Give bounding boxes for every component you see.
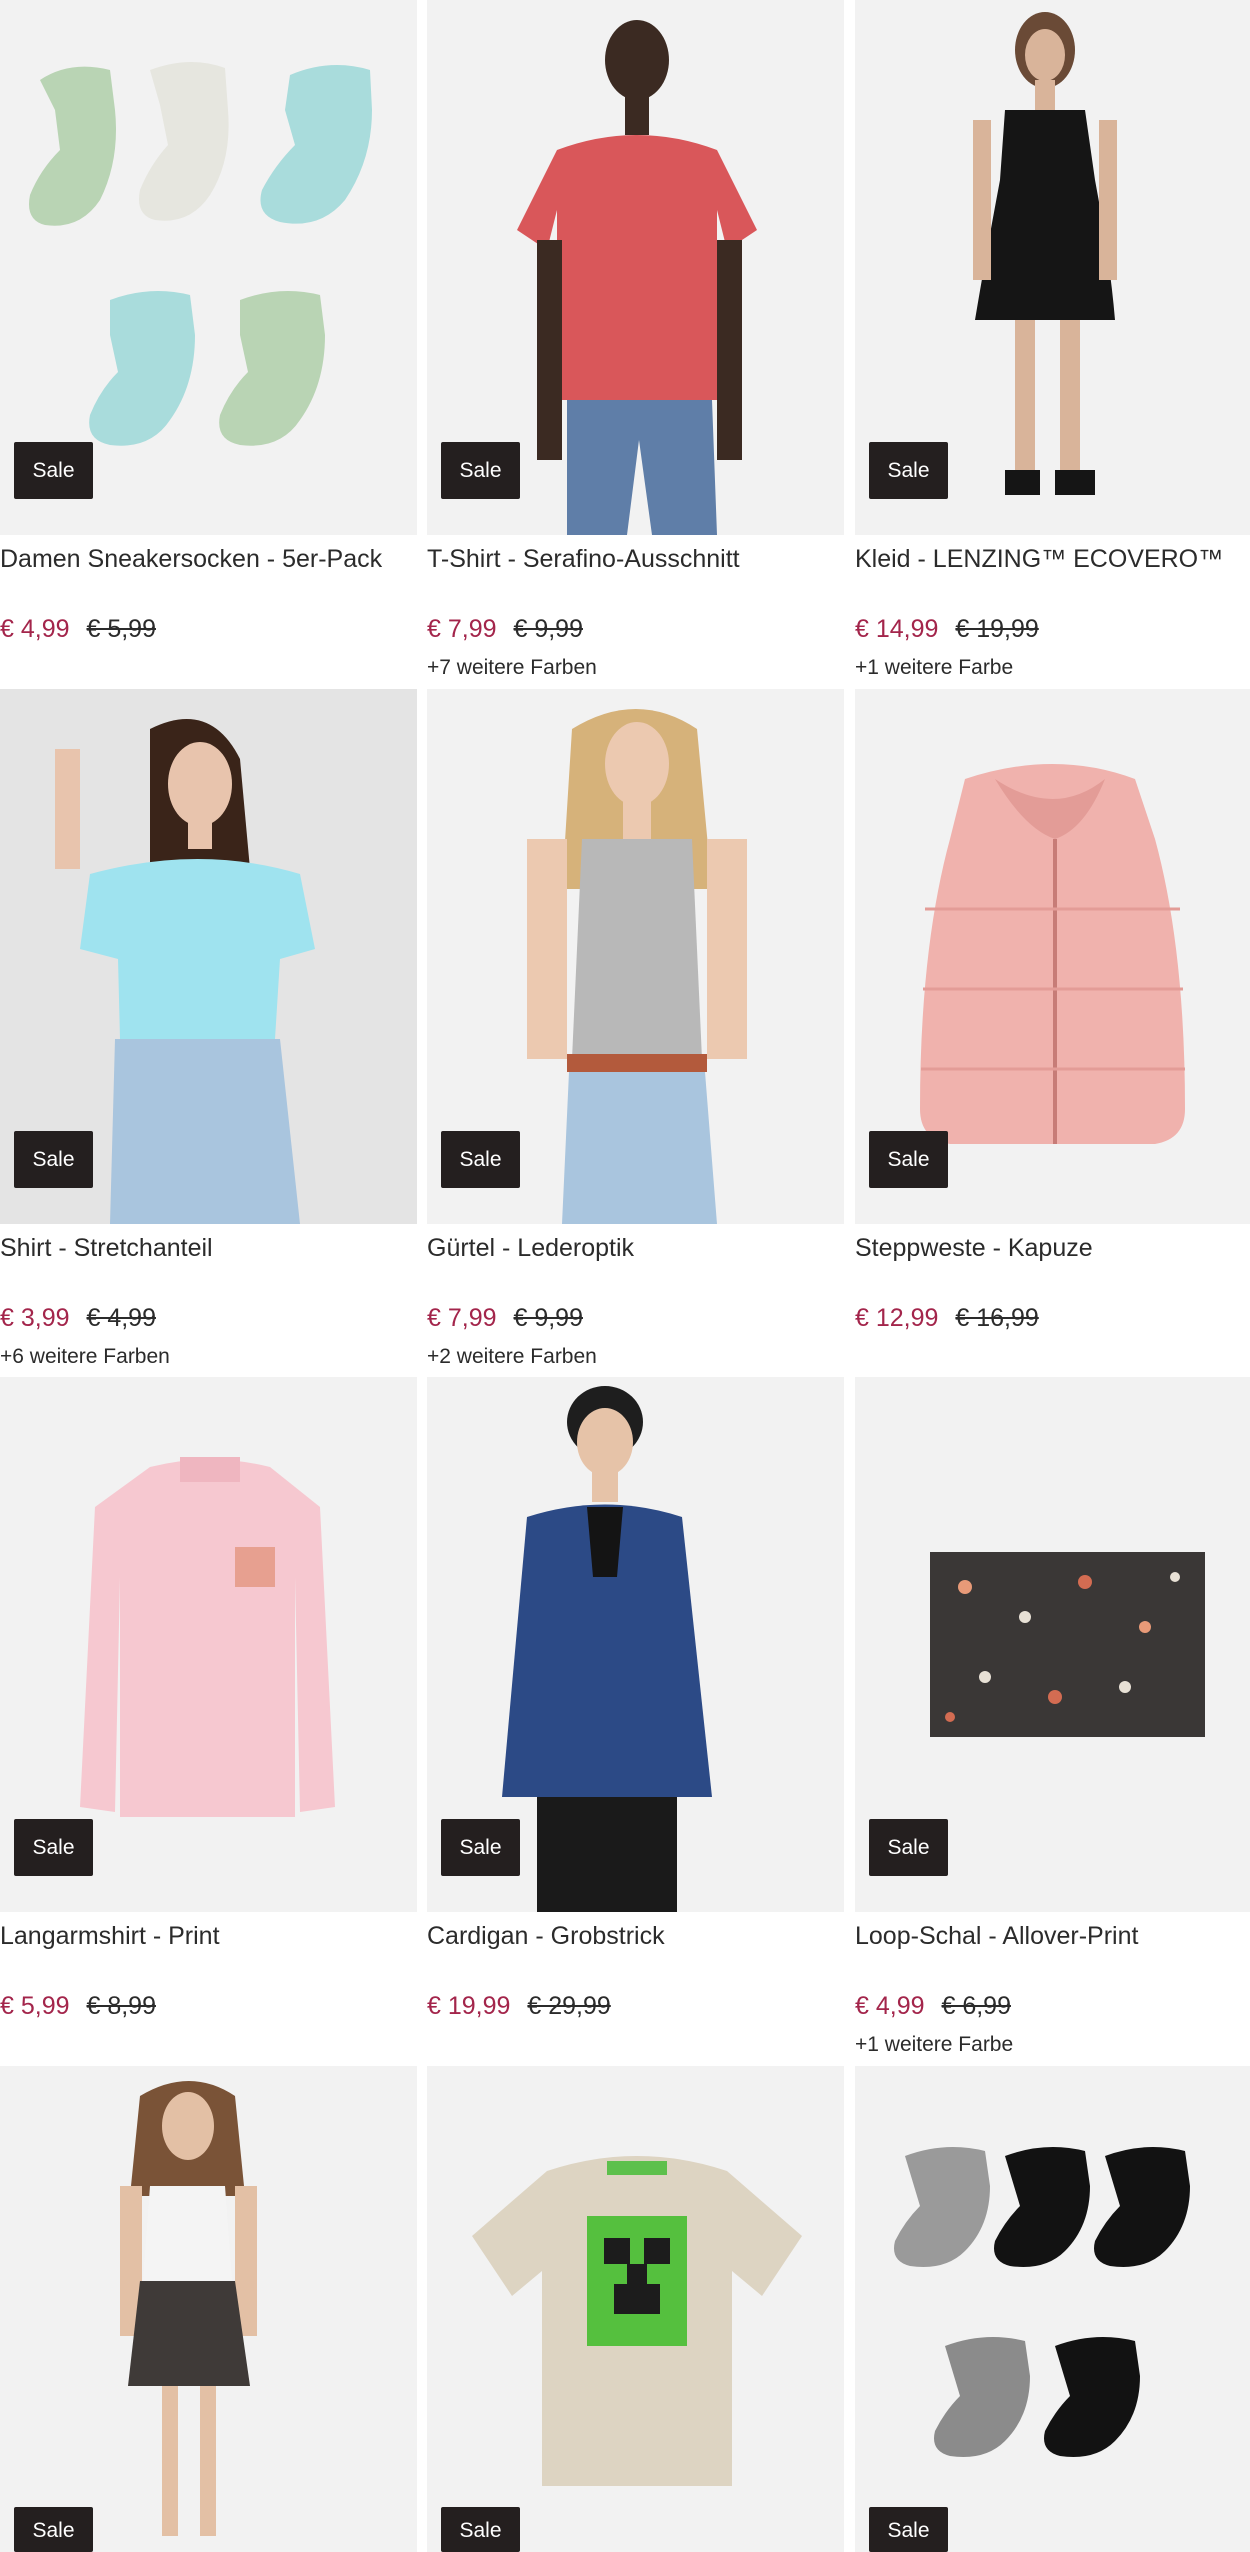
original-price: € 5,99 xyxy=(86,615,156,643)
pink-vest-image[interactable]: Sale xyxy=(855,689,1250,1224)
product-card[interactable]: Sale T-Shirt - Serafino-Ausschnitt € 7,9… xyxy=(427,0,844,688)
original-price: € 19,99 xyxy=(955,615,1039,643)
sale-price: € 12,99 xyxy=(855,1304,939,1332)
product-card[interactable]: Sale xyxy=(0,2066,417,2552)
sale-badge: Sale xyxy=(869,2507,948,2552)
product-title[interactable]: Langarmshirt - Print xyxy=(0,1922,220,1951)
product-title[interactable]: Shirt - Stretchanteil xyxy=(0,1234,213,1263)
product-card[interactable]: Sale Kleid - LENZING™ ECOVERO™ € 14,99 €… xyxy=(855,0,1250,688)
sale-badge: Sale xyxy=(441,442,520,499)
price-row: € 3,99 € 4,99 xyxy=(0,1304,156,1333)
product-title[interactable]: T-Shirt - Serafino-Ausschnitt xyxy=(427,545,740,574)
price-row: € 14,99 € 19,99 xyxy=(855,615,1039,644)
more-colors-link[interactable]: +6 weitere Farben xyxy=(0,1345,170,1369)
woman-skirt-image[interactable]: Sale xyxy=(0,2066,417,2552)
product-title[interactable]: Loop-Schal - Allover-Print xyxy=(855,1922,1138,1951)
pink-longsleeve-image[interactable]: Sale xyxy=(0,1377,417,1912)
product-title[interactable]: Gürtel - Lederoptik xyxy=(427,1234,634,1263)
sale-price: € 19,99 xyxy=(427,1992,511,2020)
sale-price: € 7,99 xyxy=(427,1304,497,1332)
woman-blue-shirt-image[interactable]: Sale xyxy=(0,689,417,1224)
sale-badge: Sale xyxy=(14,2507,93,2552)
more-colors-link[interactable]: +7 weitere Farben xyxy=(427,656,597,680)
price-row: € 7,99 € 9,99 xyxy=(427,1304,583,1333)
original-price: € 4,99 xyxy=(86,1304,156,1332)
product-card[interactable]: Sale Steppweste - Kapuze € 12,99 € 16,99 xyxy=(855,689,1250,1377)
printed-scarf-image[interactable]: Sale xyxy=(855,1377,1250,1912)
sale-badge: Sale xyxy=(14,442,93,499)
product-card[interactable]: Sale Shirt - Stretchanteil € 3,99 € 4,99… xyxy=(0,689,417,1377)
more-colors-link[interactable]: +2 weitere Farben xyxy=(427,1345,597,1369)
sale-price: € 4,99 xyxy=(0,615,70,643)
original-price: € 16,99 xyxy=(955,1304,1039,1332)
price-row: € 4,99 € 5,99 xyxy=(0,615,156,644)
product-card[interactable]: Sale Gürtel - Lederoptik € 7,99 € 9,99 +… xyxy=(427,689,844,1377)
sale-price: € 4,99 xyxy=(855,1992,925,2020)
sale-badge: Sale xyxy=(869,1131,948,1188)
sale-price: € 3,99 xyxy=(0,1304,70,1332)
woman-black-dress-image[interactable]: Sale xyxy=(855,0,1250,535)
product-card[interactable]: Sale Damen Sneakersocken - 5er-Pack € 4,… xyxy=(0,0,417,688)
product-card[interactable]: Sale xyxy=(427,2066,844,2552)
minecraft-tshirt-image[interactable]: Sale xyxy=(427,2066,844,2552)
woman-belt-image[interactable]: Sale xyxy=(427,689,844,1224)
sale-price: € 5,99 xyxy=(0,1992,70,2020)
sale-badge: Sale xyxy=(869,442,948,499)
product-card[interactable]: Sale Langarmshirt - Print € 5,99 € 8,99 xyxy=(0,1377,417,2065)
product-card[interactable]: Sale xyxy=(855,2066,1250,2552)
product-card[interactable]: Sale Cardigan - Grobstrick € 19,99 € 29,… xyxy=(427,1377,844,2065)
price-row: € 7,99 € 9,99 xyxy=(427,615,583,644)
more-colors-link[interactable]: +1 weitere Farbe xyxy=(855,2033,1013,2057)
product-card[interactable]: Sale Loop-Schal - Allover-Print € 4,99 €… xyxy=(855,1377,1250,2065)
sale-badge: Sale xyxy=(14,1131,93,1188)
price-row: € 12,99 € 16,99 xyxy=(855,1304,1039,1333)
sale-badge: Sale xyxy=(869,1819,948,1876)
price-row: € 19,99 € 29,99 xyxy=(427,1992,611,2021)
original-price: € 6,99 xyxy=(941,1992,1011,2020)
sale-badge: Sale xyxy=(441,2507,520,2552)
socks-pastel-image[interactable]: Sale xyxy=(0,0,417,535)
sale-badge: Sale xyxy=(441,1131,520,1188)
sale-badge: Sale xyxy=(14,1819,93,1876)
man-red-tshirt-image[interactable]: Sale xyxy=(427,0,844,535)
product-title[interactable]: Steppweste - Kapuze xyxy=(855,1234,1093,1263)
product-title[interactable]: Kleid - LENZING™ ECOVERO™ xyxy=(855,545,1223,574)
more-colors-link[interactable]: +1 weitere Farbe xyxy=(855,656,1013,680)
original-price: € 8,99 xyxy=(86,1992,156,2020)
sale-badge: Sale xyxy=(441,1819,520,1876)
original-price: € 9,99 xyxy=(513,1304,583,1332)
price-row: € 5,99 € 8,99 xyxy=(0,1992,156,2021)
man-blue-cardigan-image[interactable]: Sale xyxy=(427,1377,844,1912)
gamer-socks-image[interactable]: Sale xyxy=(855,2066,1250,2552)
sale-price: € 14,99 xyxy=(855,615,939,643)
product-title[interactable]: Cardigan - Grobstrick xyxy=(427,1922,665,1951)
sale-price: € 7,99 xyxy=(427,615,497,643)
original-price: € 9,99 xyxy=(513,615,583,643)
product-title[interactable]: Damen Sneakersocken - 5er-Pack xyxy=(0,545,382,574)
price-row: € 4,99 € 6,99 xyxy=(855,1992,1011,2021)
product-grid: Sale Damen Sneakersocken - 5er-Pack € 4,… xyxy=(0,0,1250,2552)
original-price: € 29,99 xyxy=(527,1992,611,2020)
